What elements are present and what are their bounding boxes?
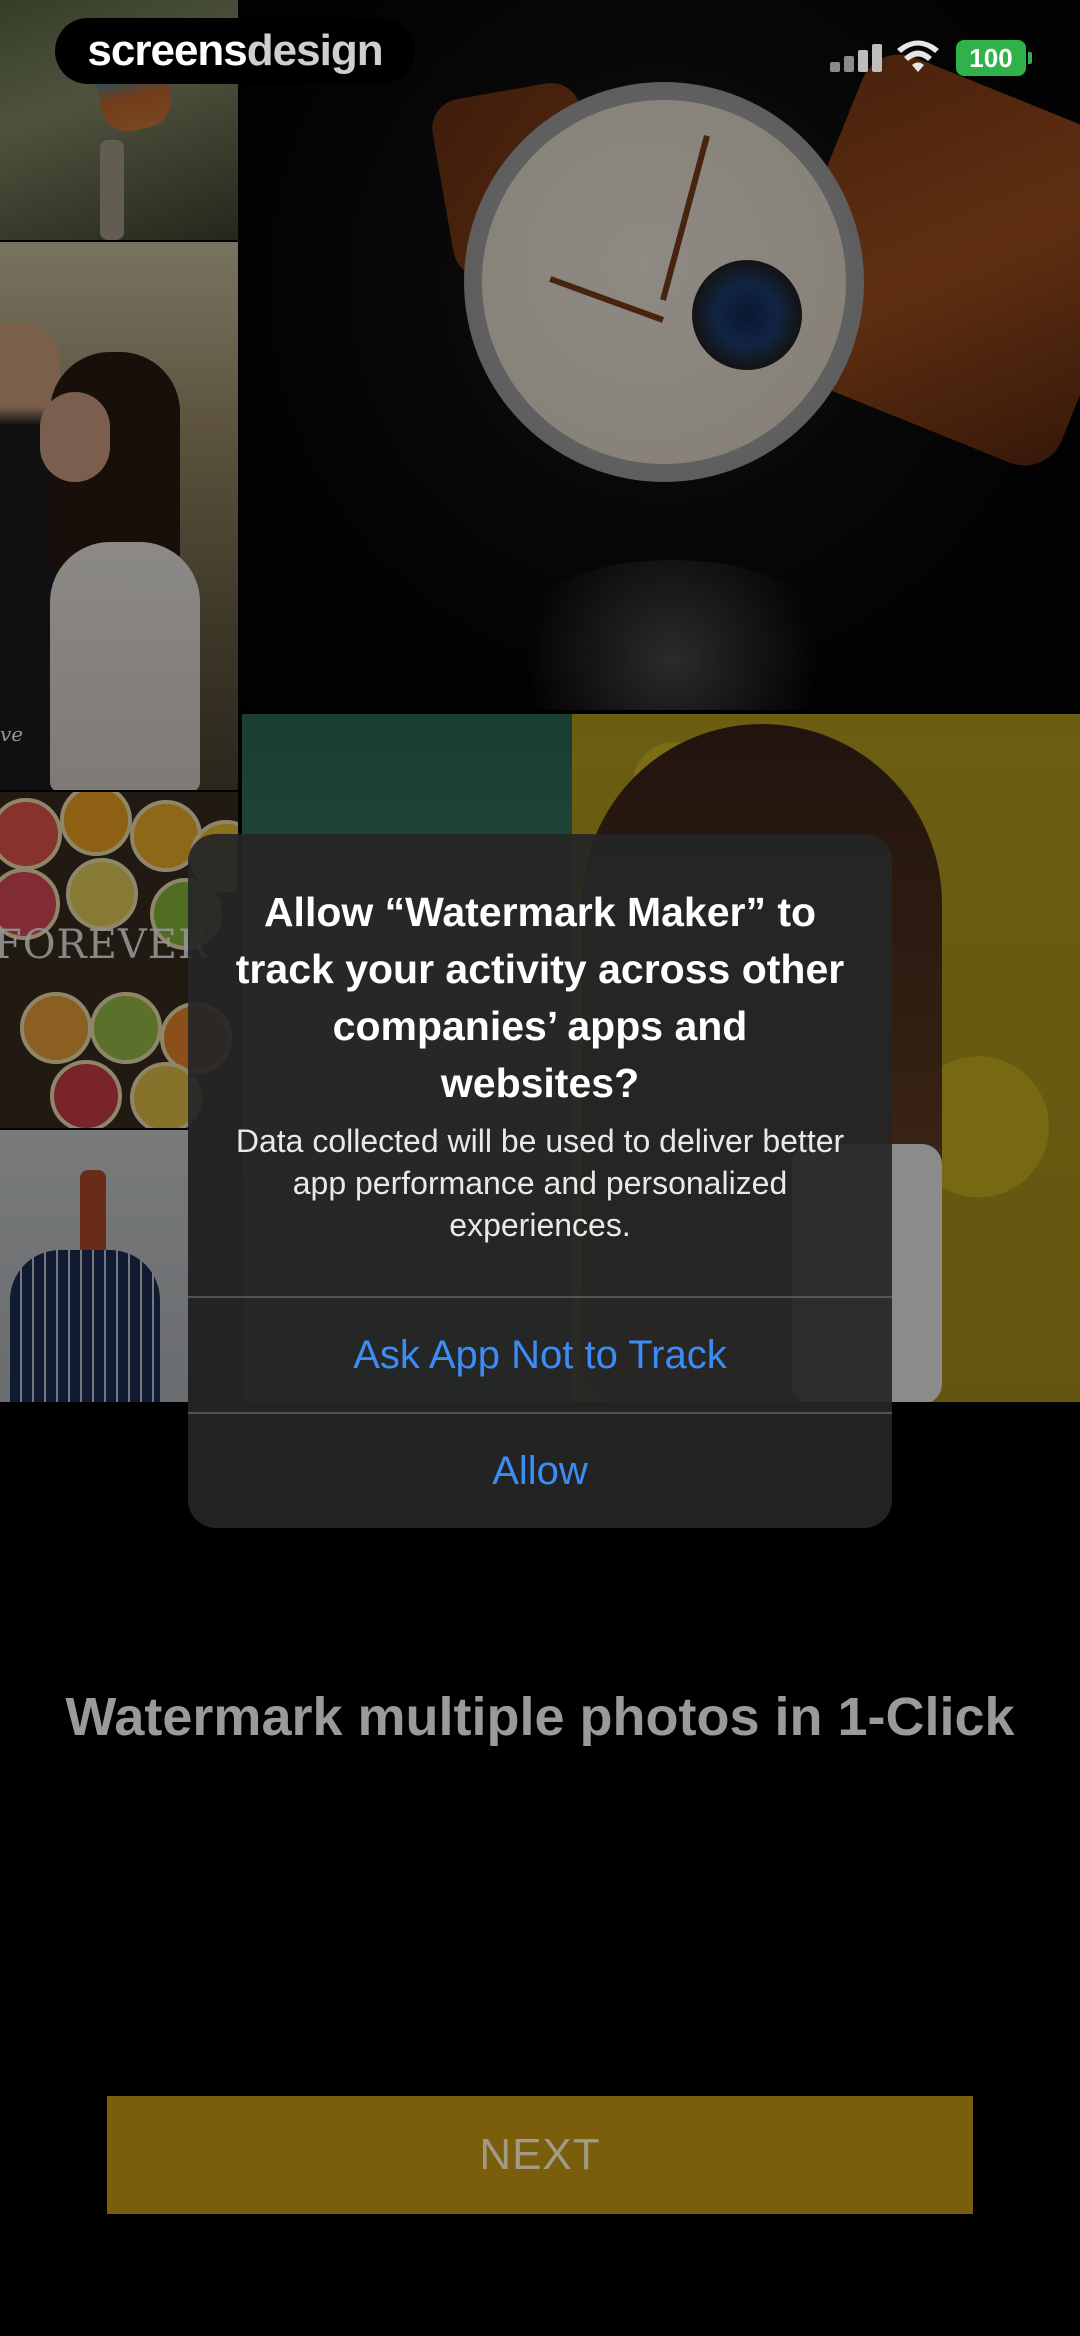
battery-icon: 100 <box>956 40 1032 76</box>
next-button[interactable]: NEXT <box>107 2096 973 2214</box>
alert-message: Data collected will be used to deliver b… <box>235 1123 845 1243</box>
allow-tracking-button[interactable]: Allow <box>188 1414 892 1528</box>
alert-title: Allow “Watermark Maker” to track your ac… <box>235 889 845 1106</box>
onboarding-headline: Watermark multiple photos in 1-Click <box>65 1687 1015 1747</box>
next-button-label: NEXT <box>479 2130 601 2179</box>
logo-text-part2: design <box>246 26 384 75</box>
tracking-permission-alert: Allow “Watermark Maker” to track your ac… <box>188 834 892 1528</box>
signal-bars-icon <box>830 44 882 72</box>
screensdesign-logo: screens design <box>55 18 415 84</box>
wifi-icon <box>897 40 939 72</box>
logo-text-part1: screens <box>87 26 247 75</box>
battery-level-text: 100 <box>969 42 1013 73</box>
ask-not-to-track-button[interactable]: Ask App Not to Track <box>188 1298 892 1412</box>
